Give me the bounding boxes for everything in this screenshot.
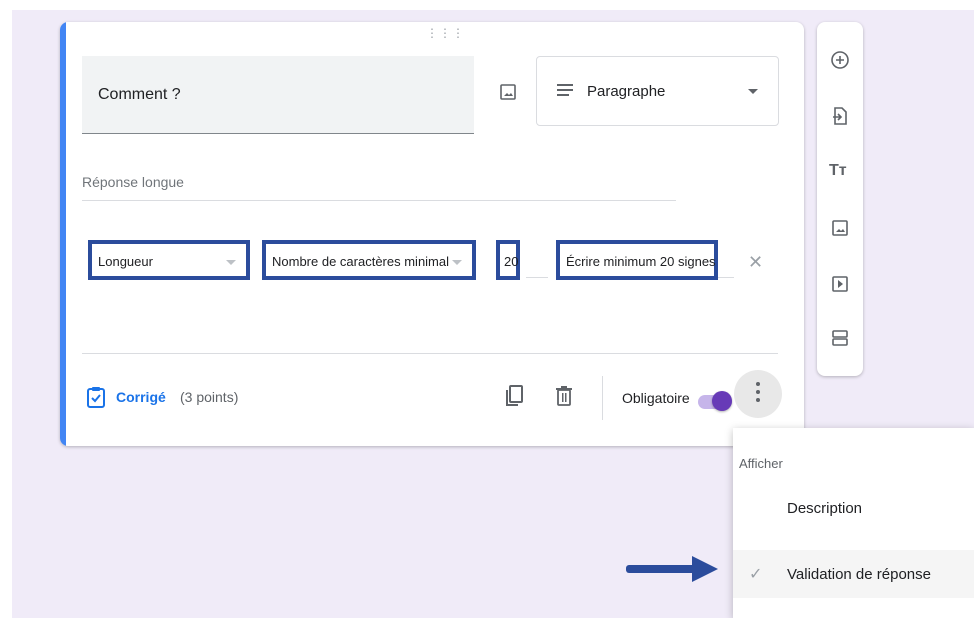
validation-criterion-label: Longueur bbox=[98, 254, 153, 269]
question-type-label: Paragraphe bbox=[587, 83, 666, 100]
card-accent-bar bbox=[60, 22, 66, 446]
answer-key-icon[interactable] bbox=[86, 386, 106, 408]
validation-value-text: 20 bbox=[504, 254, 519, 269]
validation-rule-select[interactable]: Nombre de caractères minimal bbox=[262, 240, 476, 280]
dropdown-arrow-icon bbox=[226, 260, 236, 265]
question-type-select[interactable]: Paragraphe bbox=[536, 56, 779, 126]
check-icon: ✓ bbox=[749, 566, 763, 583]
footer-divider bbox=[82, 353, 778, 354]
side-toolbar: Tт bbox=[817, 22, 863, 376]
required-toggle-knob[interactable] bbox=[712, 391, 732, 411]
menu-item-label: Validation de réponse bbox=[787, 566, 931, 583]
validation-error-text: Écrire minimum 20 signes bbox=[566, 254, 716, 269]
long-answer-placeholder: Réponse longue bbox=[82, 174, 184, 190]
add-image-icon[interactable] bbox=[830, 218, 850, 238]
dropdown-arrow-icon bbox=[452, 260, 462, 265]
question-title-field[interactable]: Comment ? bbox=[82, 56, 474, 134]
question-title-text: Comment ? bbox=[98, 86, 181, 103]
required-label: Obligatoire bbox=[622, 390, 690, 406]
points-label: (3 points) bbox=[180, 389, 239, 405]
add-image-icon[interactable] bbox=[498, 82, 518, 102]
add-title-icon[interactable]: Tт bbox=[829, 162, 847, 180]
value-underline bbox=[526, 277, 548, 278]
add-question-icon[interactable] bbox=[830, 50, 850, 70]
arrow-right-icon bbox=[626, 556, 718, 582]
drag-handle-icon[interactable]: ⋮⋮⋮ bbox=[426, 27, 465, 39]
answer-underline bbox=[82, 200, 676, 201]
answer-key-button[interactable]: Corrigé bbox=[116, 389, 166, 405]
menu-item-response-validation[interactable]: ✓ Validation de réponse bbox=[733, 550, 974, 598]
validation-rule-label: Nombre de caractères minimal bbox=[272, 254, 450, 269]
import-questions-icon[interactable] bbox=[830, 106, 850, 126]
menu-header: Afficher bbox=[739, 456, 783, 471]
add-section-icon[interactable] bbox=[830, 328, 850, 348]
duplicate-icon[interactable] bbox=[504, 384, 524, 408]
more-vert-icon bbox=[756, 382, 760, 406]
more-options-menu: Afficher Description ✓ Validation de rép… bbox=[733, 428, 974, 618]
paragraph-icon bbox=[557, 84, 573, 96]
add-video-icon[interactable] bbox=[830, 274, 850, 294]
validation-error-input[interactable]: Écrire minimum 20 signes bbox=[556, 240, 718, 280]
dropdown-arrow-icon bbox=[748, 89, 758, 94]
menu-item-label: Description bbox=[787, 500, 863, 517]
validation-value-input[interactable]: 20 bbox=[496, 240, 520, 280]
error-underline bbox=[718, 277, 734, 278]
footer-vertical-divider bbox=[602, 376, 603, 420]
more-options-button[interactable] bbox=[734, 370, 782, 418]
question-card[interactable]: ⋮⋮⋮ Comment ? Paragraphe Réponse longue … bbox=[60, 22, 804, 446]
validation-criterion-select[interactable]: Longueur bbox=[88, 240, 250, 280]
remove-validation-icon[interactable]: ✕ bbox=[748, 252, 763, 273]
delete-icon[interactable] bbox=[556, 386, 572, 406]
menu-item-description[interactable]: Description bbox=[733, 484, 974, 532]
